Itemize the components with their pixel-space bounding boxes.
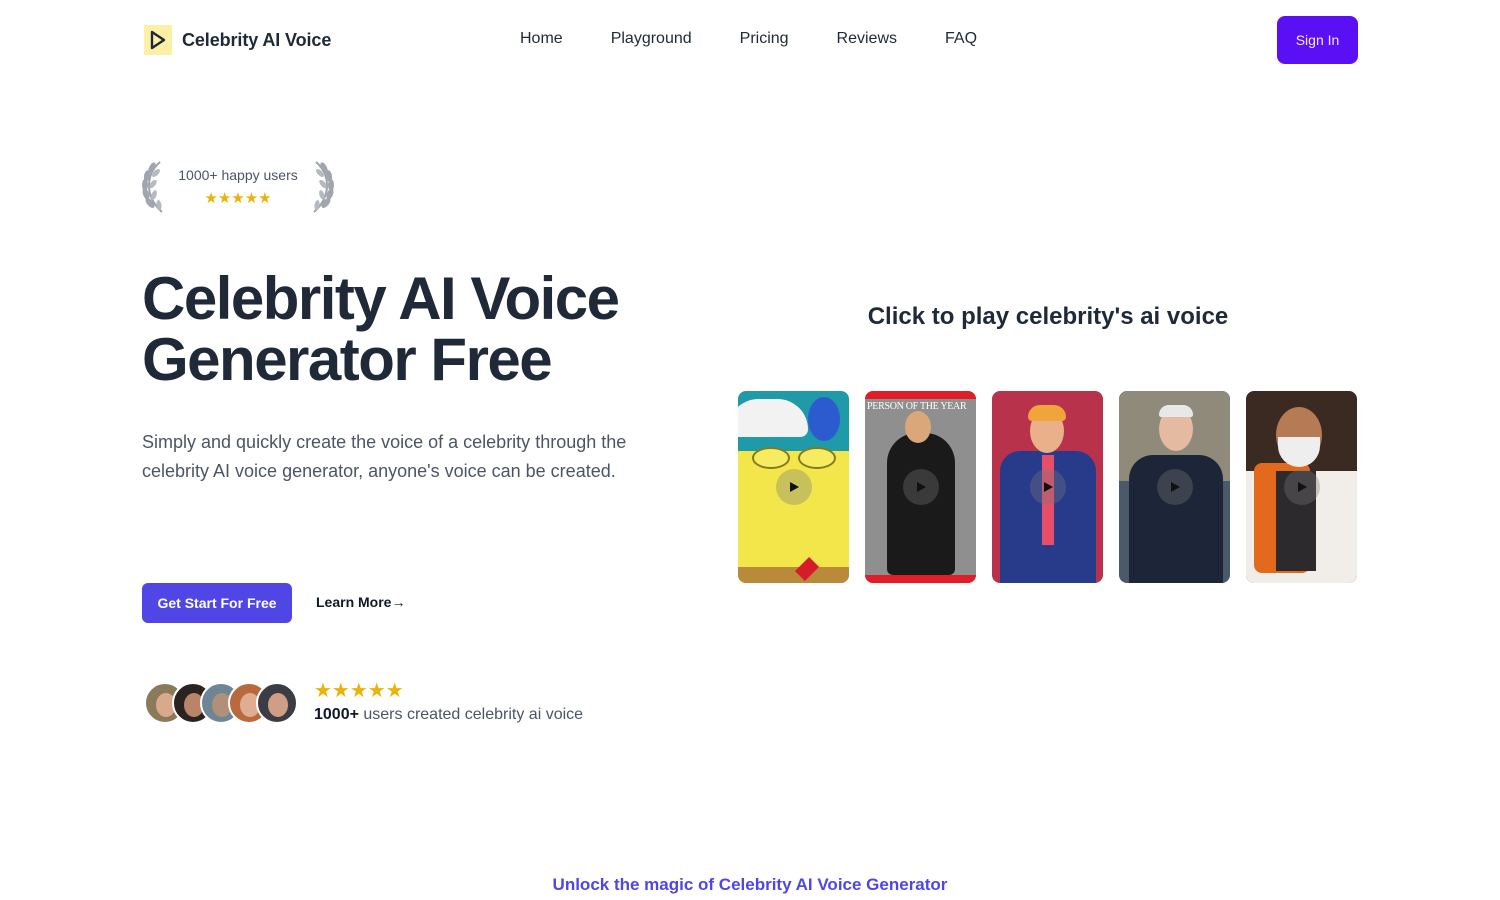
- nav-faq[interactable]: FAQ: [945, 30, 977, 48]
- play-icon[interactable]: [1029, 469, 1066, 505]
- hero-title-line-1: Celebrity AI Voice: [142, 265, 620, 332]
- brand-name: Celebrity AI Voice: [182, 29, 332, 50]
- play-icon[interactable]: [1283, 469, 1320, 505]
- play-icon[interactable]: [902, 469, 939, 505]
- brand[interactable]: Celebrity AI Voice: [144, 25, 331, 55]
- get-started-button[interactable]: Get Start For Free: [142, 583, 292, 623]
- learn-more-link[interactable]: Learn More→: [316, 594, 405, 610]
- proof-label: users created celebrity ai voice: [358, 706, 584, 723]
- main-nav: Home Playground Pricing Reviews FAQ: [520, 30, 1025, 48]
- play-icon[interactable]: [1156, 469, 1193, 505]
- badge-stars: ★★★★★: [204, 190, 272, 207]
- voice-card-biden[interactable]: [1119, 391, 1230, 583]
- hero-subtitle: Simply and quickly create the voice of a…: [142, 432, 627, 481]
- site-header: Celebrity AI Voice Home Playground Prici…: [0, 0, 1500, 80]
- avatar: [256, 682, 298, 724]
- nav-reviews[interactable]: Reviews: [837, 30, 897, 48]
- voice-cards: PERSON OF THE YEAR: [738, 391, 1357, 583]
- badge-text: 1000+ happy users: [178, 167, 298, 183]
- hero-title: Celebrity AI Voice Generator Free: [142, 265, 620, 393]
- voices-heading: Click to play celebrity's ai voice: [867, 303, 1229, 330]
- nav-home[interactable]: Home: [520, 30, 563, 48]
- voice-card-modi[interactable]: [1246, 391, 1357, 583]
- play-icon[interactable]: [775, 469, 812, 505]
- voice-card-spongebob[interactable]: [738, 391, 849, 583]
- section-tagline: Unlock the magic of Celebrity AI Voice G…: [552, 875, 948, 894]
- voice-card-trump[interactable]: [992, 391, 1103, 583]
- voice-card-taylor-swift[interactable]: PERSON OF THE YEAR: [865, 391, 976, 583]
- nav-playground[interactable]: Playground: [611, 30, 692, 48]
- user-avatars: [144, 682, 298, 724]
- nav-pricing[interactable]: Pricing: [740, 30, 789, 48]
- proof-stars: ★★★★★: [314, 680, 404, 702]
- laurel-wreath-icon: [313, 161, 334, 213]
- proof-count: 1000+: [314, 706, 359, 723]
- hero-title-line-2: Generator Free: [142, 326, 553, 393]
- proof-text: 1000+ users created celebrity ai voice: [314, 706, 583, 724]
- sign-in-button[interactable]: Sign In: [1277, 16, 1358, 64]
- play-icon: [144, 25, 172, 55]
- happy-users-badge: 1000+ happy users ★★★★★: [140, 158, 336, 218]
